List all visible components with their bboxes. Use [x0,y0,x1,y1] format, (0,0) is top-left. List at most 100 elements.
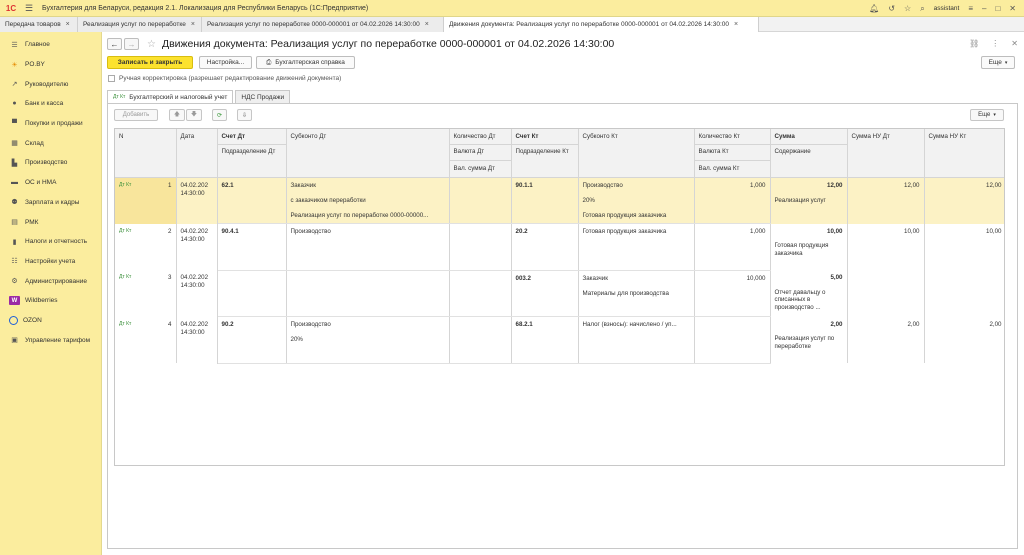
sidebar-item-taxes[interactable]: ▮ Налоги и отчетность [0,232,101,252]
sub-kt-cell[interactable]: Готовая продукция заказчика [578,208,695,224]
sum-cell[interactable]: 12,00 [770,177,848,193]
main-menu-icon[interactable]: ☰ [22,3,36,14]
sidebar-item-salary[interactable]: ⚉ Зарплата и кадры [0,193,101,213]
sub-dt-cell[interactable]: 20% [286,332,450,348]
col-header-acc-dt[interactable]: Счет Дт [217,129,287,145]
dept-dt-cell[interactable] [217,192,287,208]
more-button[interactable]: Еще ▾ [981,56,1015,69]
back-arrow-icon[interactable]: ← [107,38,122,50]
content-cell[interactable]: Отчет давальцу о списанных в производств… [770,285,848,317]
forward-arrow-icon[interactable]: → [124,38,139,50]
col-header-sum[interactable]: Сумма [770,129,848,145]
col-header-qty-kt[interactable]: Количество Кт [694,129,771,145]
tab-vat-sales[interactable]: НДС Продажи [235,90,291,103]
sub-dt-cell[interactable]: Производство [286,316,450,332]
acc-kt-cell[interactable]: 68.2.1 [511,316,579,332]
sub-dt-cell[interactable]: Реализация услуг по переработке 0000-000… [286,208,450,224]
sum-cell[interactable]: 5,00 [770,270,848,286]
sub-dt-cell[interactable]: с заказчиком переработки [286,192,450,208]
qty-dt-cell[interactable] [449,316,512,332]
row-number-cell[interactable]: Дт Кт 3 [115,270,177,317]
cur-kt-cell[interactable] [694,192,771,208]
table-row[interactable]: Дт Кт 1 04.02.202 14:30:00 62.1 Заказчик 9… [115,177,1004,224]
acc-kt-cell[interactable]: 003.2 [511,270,579,286]
table-more-button[interactable]: Еще ▾ [970,109,1004,121]
cursum-dt-cell[interactable] [449,208,512,224]
sidebar-item-director[interactable]: ↗ Руководителю [0,74,101,94]
col-header-sub-dt[interactable]: Субконто Дт [286,129,450,178]
history-icon[interactable]: ↺ [888,4,895,13]
save-and-close-button[interactable]: Записать и закрыть [107,56,193,69]
date-cell[interactable]: 04.02.202 14:30:00 [176,316,218,363]
close-icon[interactable]: ✕ [1009,4,1016,13]
cursum-kt-cell[interactable] [694,347,771,364]
add-button[interactable]: Добавить [114,109,158,121]
col-header-cursum-kt[interactable]: Вал. сумма Кт [694,160,771,178]
cur-dt-cell[interactable] [449,285,512,301]
minimize-icon[interactable]: – [982,4,986,13]
window-tab[interactable]: Реализация услуг по переработке × [78,17,202,32]
user-name[interactable]: assistant [934,5,960,12]
col-header-cursum-dt[interactable]: Вал. сумма Дт [449,160,512,178]
col-header-n[interactable]: N [115,129,177,178]
acc-dt-cell[interactable]: 90.2 [217,316,287,332]
favorite-star-icon[interactable]: ☆ [147,39,156,50]
sidebar-item-rmk[interactable]: ▤ РМК [0,212,101,232]
col-header-sub-kt[interactable]: Субконто Кт [578,129,695,178]
accounting-reference-button[interactable]: ⎙ Бухгалтерская справка [256,56,355,69]
qty-kt-cell[interactable]: 10,000 [694,270,771,286]
sum-nu-kt-cell[interactable]: 2,00 [924,316,1004,363]
sidebar-item-admin[interactable]: ⚙ Администрирование [0,271,101,291]
sum-nu-dt-cell[interactable]: 2,00 [847,316,925,363]
dept-kt-cell[interactable] [511,239,579,255]
dept-kt-cell[interactable] [511,192,579,208]
qty-kt-cell[interactable]: 1,000 [694,177,771,193]
acc-kt-cell[interactable] [511,347,579,364]
qty-kt-cell[interactable]: 1,000 [694,223,771,239]
favorites-star-icon[interactable]: ☆ [904,4,911,13]
row-number-cell[interactable]: Дт Кт 4 [115,316,177,363]
dept-kt-cell[interactable] [511,285,579,301]
tab-accounting-tax[interactable]: Дт Кт Бухгалтерский и налоговый учет [107,90,234,103]
manual-correction-checkbox[interactable] [108,75,115,82]
settings-menu-icon[interactable]: ≡ [968,4,973,13]
acc-kt-cell[interactable] [511,301,579,317]
sub-kt-cell[interactable] [578,332,695,348]
acc-dt-cell[interactable]: 62.1 [217,177,287,193]
sub-dt-cell[interactable] [286,239,450,255]
qty-dt-cell[interactable] [449,177,512,193]
row-number-cell[interactable]: Дт Кт 1 [115,177,177,224]
col-header-acc-kt[interactable]: Счет Кт [511,129,579,145]
sub-kt-cell[interactable] [578,301,695,317]
content-cell[interactable]: Реализация услуг [770,192,848,224]
sub-kt-cell[interactable] [578,239,695,255]
col-header-dept-kt[interactable]: Подразделение Кт [511,144,579,178]
sum-nu-kt-cell[interactable]: 10,00 [924,223,1004,270]
sub-kt-cell[interactable]: 20% [578,192,695,208]
cursum-kt-cell[interactable] [694,301,771,317]
close-icon[interactable]: × [734,21,738,28]
sum-nu-dt-cell[interactable]: 12,00 [847,177,925,224]
sidebar-item-sales[interactable]: ▀ Покупки и продажи [0,114,101,134]
sub-kt-cell[interactable]: Налог (взносы): начислено / уп... [578,316,695,332]
dept-dt-cell[interactable] [217,239,287,255]
sum-nu-kt-cell[interactable]: 12,00 [924,177,1004,224]
col-header-date[interactable]: Дата [176,129,218,178]
col-header-qty-dt[interactable]: Количество Дт [449,129,512,145]
sidebar-item-accounting-settings[interactable]: ☷ Настройки учета [0,252,101,272]
sidebar-item-poby[interactable]: ☀ PO.BY [0,55,101,75]
date-cell[interactable]: 04.02.202 14:30:00 [176,270,218,317]
col-header-cur-kt[interactable]: Валюта Кт [694,144,771,161]
sum-nu-dt-cell[interactable]: 10,00 [847,223,925,270]
col-header-dept-dt[interactable]: Подразделение Дт [217,144,287,178]
acc-kt-cell[interactable]: 20.2 [511,223,579,239]
sub-kt-cell[interactable] [578,347,695,364]
acc-dt-cell[interactable]: 90.4.1 [217,223,287,239]
acc-dt-cell[interactable] [217,301,287,317]
sub-dt-cell[interactable] [286,254,450,271]
col-header-sum-nu-dt[interactable]: Сумма НУ Дт [847,129,925,178]
close-icon[interactable]: × [191,21,195,28]
sidebar-item-assets[interactable]: ▬ ОС и НМА [0,173,101,193]
cursum-dt-cell[interactable] [449,347,512,364]
content-cell[interactable]: Готовая продукция заказчика [770,239,848,270]
